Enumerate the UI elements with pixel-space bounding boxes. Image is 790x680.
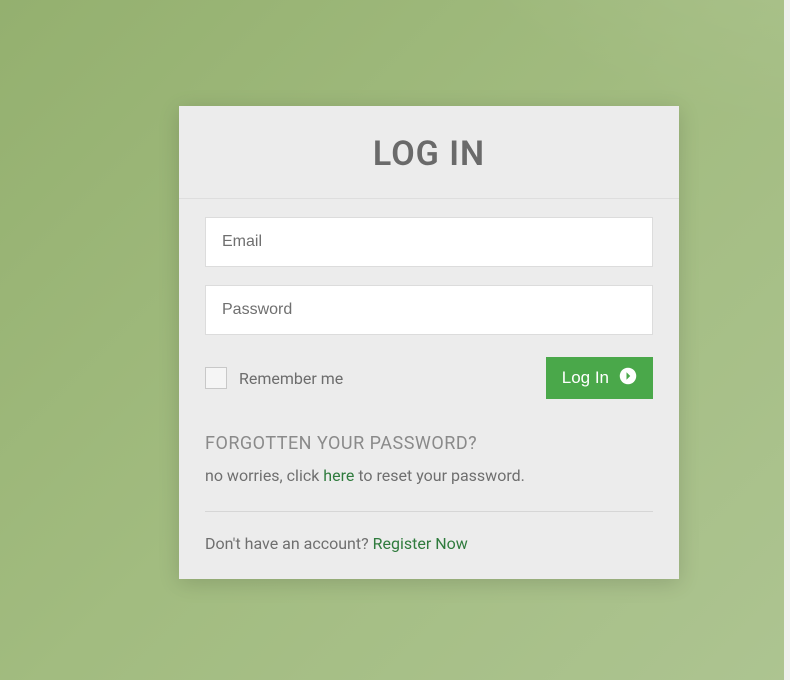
register-text: Don't have an account? Register Now [205,534,653,553]
register-link[interactable]: Register Now [373,534,468,553]
scrollbar[interactable] [784,0,790,680]
email-field[interactable] [205,217,653,267]
remember-me: Remember me [205,367,343,389]
login-button[interactable]: Log In [546,357,653,399]
card-body: Remember me Log In FORGOTTEN YOUR PASSWO… [179,198,679,579]
forgot-password-title: FORGOTTEN YOUR PASSWORD? [205,433,653,454]
chevron-circle-right-icon [619,367,637,390]
card-header: LOG IN [179,106,679,198]
actions-row: Remember me Log In [205,357,653,399]
remember-checkbox[interactable] [205,367,227,389]
forgot-prefix: no worries, click [205,466,323,485]
remember-label: Remember me [239,369,343,388]
divider [205,511,653,512]
login-button-label: Log In [562,368,609,388]
login-card: LOG IN Remember me Log In FORGOTTEN YOUR… [179,106,679,579]
password-field[interactable] [205,285,653,335]
forgot-password-link[interactable]: here [323,466,354,485]
register-prefix: Don't have an account? [205,534,373,553]
forgot-suffix: to reset your password. [354,466,525,485]
forgot-password-text: no worries, click here to reset your pas… [205,466,653,485]
page-title: LOG IN [199,134,659,174]
